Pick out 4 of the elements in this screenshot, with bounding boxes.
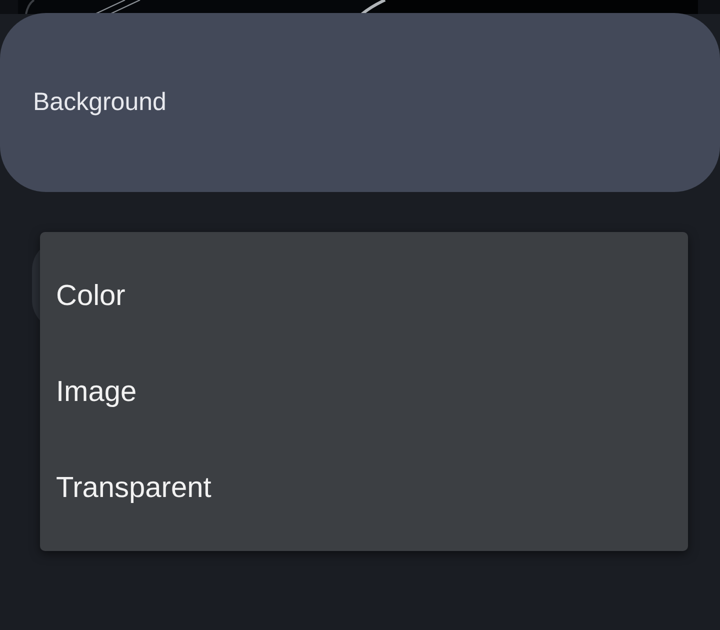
header-title: Background bbox=[33, 88, 166, 117]
menu-item[interactable]: Transparent bbox=[40, 440, 688, 536]
menu-item[interactable]: Color bbox=[40, 248, 688, 344]
menu-item[interactable]: Image bbox=[40, 344, 688, 440]
